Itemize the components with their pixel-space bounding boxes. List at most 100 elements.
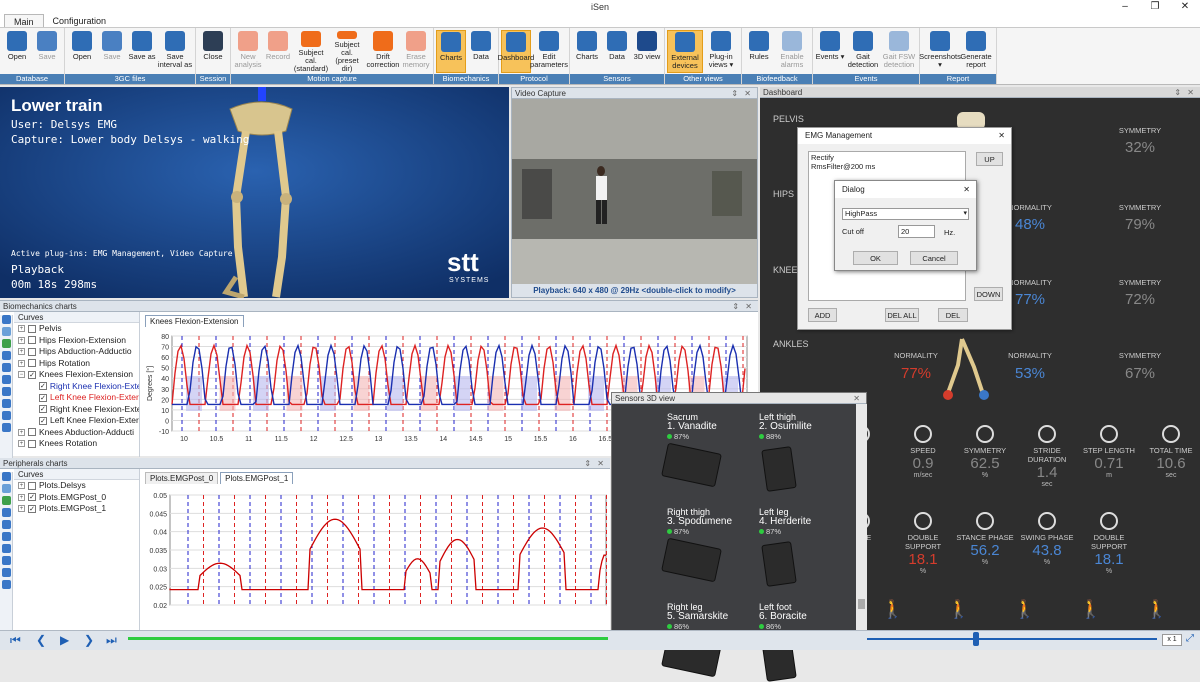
- rules-button[interactable]: Rules: [744, 30, 774, 73]
- tree-checkbox[interactable]: [28, 336, 36, 345]
- screenshots-button[interactable]: Screenshots ▾: [919, 30, 961, 73]
- expander-icon[interactable]: +: [18, 359, 25, 367]
- list-icon[interactable]: [2, 580, 11, 589]
- panel-controls[interactable]: ⇕ ✕: [732, 301, 758, 311]
- charts-button[interactable]: Charts: [436, 30, 466, 73]
- tab-configuration[interactable]: Configuration: [44, 14, 116, 27]
- timeline-slider-thumb[interactable]: [973, 632, 979, 646]
- edit-icon[interactable]: [2, 484, 11, 493]
- ok-button[interactable]: OK: [853, 251, 898, 265]
- edit-parameters-button[interactable]: Edit parameters: [530, 30, 568, 73]
- tree-checkbox[interactable]: ✓: [39, 405, 47, 414]
- sensor-card[interactable]: Sacrum 1. Vanadite 87%: [667, 412, 717, 442]
- filter-select[interactable]: HighPass ▾: [842, 208, 969, 220]
- open-button[interactable]: Open: [2, 30, 32, 73]
- tree-checkbox[interactable]: [28, 347, 36, 356]
- skip-end-icon[interactable]: ⏭: [106, 633, 117, 648]
- tree-item[interactable]: + Knees Abduction-Adducti: [18, 427, 139, 439]
- tree-checkbox[interactable]: ✓: [39, 393, 47, 402]
- video-status[interactable]: Playback: 640 x 480 @ 29Hz <double-click…: [512, 284, 757, 297]
- panel-controls[interactable]: ⇕ ✕: [584, 458, 610, 468]
- list-icon[interactable]: [2, 351, 11, 360]
- tree-item[interactable]: ✓ Right Knee Flexion-Exte: [18, 404, 139, 416]
- expander-icon[interactable]: +: [18, 440, 25, 448]
- tree-item[interactable]: + Hips Flexion-Extension: [18, 335, 139, 347]
- list-icon[interactable]: [2, 556, 11, 565]
- skip-start-icon[interactable]: ⏮: [10, 633, 21, 648]
- save-button[interactable]: Save: [97, 30, 127, 73]
- expander-icon[interactable]: +: [18, 482, 25, 490]
- gait-detection-button[interactable]: Gait detection: [845, 30, 881, 73]
- tree-checkbox[interactable]: [28, 324, 36, 333]
- expander-icon[interactable]: −: [18, 371, 25, 379]
- skeleton-3d-viewport[interactable]: Lower train User: Delsys EMG Capture: Lo…: [0, 87, 509, 298]
- speed-select[interactable]: x 1: [1162, 634, 1182, 646]
- tree-checkbox[interactable]: [28, 428, 36, 437]
- plug-in-views-button[interactable]: Plug-in views ▾: [703, 30, 739, 73]
- data-button[interactable]: Data: [466, 30, 496, 73]
- list-icon[interactable]: [2, 399, 11, 408]
- data-button[interactable]: Data: [602, 30, 632, 73]
- tree-checkbox[interactable]: ✓: [28, 493, 36, 502]
- expander-icon[interactable]: +: [18, 493, 25, 501]
- sensors-scrollbar[interactable]: [856, 404, 867, 650]
- subject-cal-preset-dir-button[interactable]: Subject cal. (preset dir): [329, 30, 365, 73]
- save-icon[interactable]: [2, 472, 11, 481]
- panel-controls[interactable]: ⇕ ✕: [1174, 87, 1200, 97]
- tree-checkbox[interactable]: [28, 439, 36, 448]
- list-item[interactable]: Rectify: [811, 153, 963, 162]
- drift-correction-button[interactable]: Drift correction: [365, 30, 401, 73]
- expander-icon[interactable]: +: [18, 325, 25, 333]
- expander-icon[interactable]: +: [18, 428, 25, 436]
- down-button[interactable]: DOWN: [974, 287, 1003, 301]
- charts-button[interactable]: Charts: [572, 30, 602, 73]
- tab-emgpost-1[interactable]: Plots.EMGPost_1: [220, 472, 294, 484]
- list-icon[interactable]: [2, 544, 11, 553]
- tree-checkbox[interactable]: ✓: [39, 416, 47, 425]
- list-item[interactable]: RmsFilter@200 ms: [811, 162, 963, 171]
- generate-report-button[interactable]: Generate report: [958, 30, 994, 73]
- tree-checkbox[interactable]: ✓: [28, 370, 36, 379]
- emg-close-icon[interactable]: ✕: [998, 128, 1011, 144]
- tab-emgpost-0[interactable]: Plots.EMGPost_0: [145, 472, 219, 484]
- sensor-card[interactable]: Left foot 6. Boracite 86%: [759, 602, 807, 632]
- list-icon[interactable]: [2, 532, 11, 541]
- record-button[interactable]: Record: [263, 30, 293, 73]
- tree-checkbox[interactable]: ✓: [39, 382, 47, 391]
- list-icon[interactable]: [2, 508, 11, 517]
- add-button[interactable]: ADD: [808, 308, 837, 322]
- maximize-button[interactable]: ❐: [1140, 0, 1170, 14]
- close-window-button[interactable]: ✕: [1170, 0, 1200, 14]
- tree-item[interactable]: + ✓ Plots.EMGPost_0: [18, 492, 139, 504]
- tree-item[interactable]: + Plots.Delsys: [18, 480, 139, 492]
- edit-icon[interactable]: [2, 327, 11, 336]
- tree-item[interactable]: + Hips Abduction-Adductio: [18, 346, 139, 358]
- tree-item[interactable]: ✓ Left Knee Flexion-Exter: [18, 392, 139, 404]
- export-icon[interactable]: [2, 339, 11, 348]
- sensor-card[interactable]: Right thigh 3. Spodumene 87%: [667, 507, 732, 537]
- tree-item[interactable]: + Pelvis: [18, 323, 139, 335]
- up-button[interactable]: UP: [976, 152, 1003, 166]
- video-frame[interactable]: [512, 99, 757, 284]
- tree-item[interactable]: + ✓ Plots.EMGPost_1: [18, 503, 139, 515]
- list-icon[interactable]: [2, 363, 11, 372]
- open-button[interactable]: Open: [67, 30, 97, 73]
- scrollbar-thumb[interactable]: [858, 599, 865, 609]
- check-icon[interactable]: [2, 411, 11, 420]
- cutoff-input[interactable]: 20: [898, 225, 935, 238]
- step-forward-icon[interactable]: ❯: [84, 633, 94, 647]
- cancel-button[interactable]: Cancel: [910, 251, 958, 265]
- dashboard-button[interactable]: Dashboard: [498, 30, 534, 73]
- panel-controls[interactable]: ✕: [853, 393, 866, 403]
- check-icon[interactable]: [2, 568, 11, 577]
- expand-icon[interactable]: ⤢: [1186, 633, 1194, 644]
- expander-icon[interactable]: +: [18, 505, 25, 513]
- list-icon[interactable]: [2, 520, 11, 529]
- 3d-view-button[interactable]: 3D view: [632, 30, 662, 73]
- list-icon[interactable]: [2, 423, 11, 432]
- enable-alarms-button[interactable]: Enable alarms: [774, 30, 810, 73]
- tree-item[interactable]: + Hips Rotation: [18, 358, 139, 370]
- play-icon[interactable]: ▶: [60, 633, 69, 647]
- del-button[interactable]: DEL: [938, 308, 968, 322]
- save-interval-as-button[interactable]: Save interval as: [157, 30, 193, 73]
